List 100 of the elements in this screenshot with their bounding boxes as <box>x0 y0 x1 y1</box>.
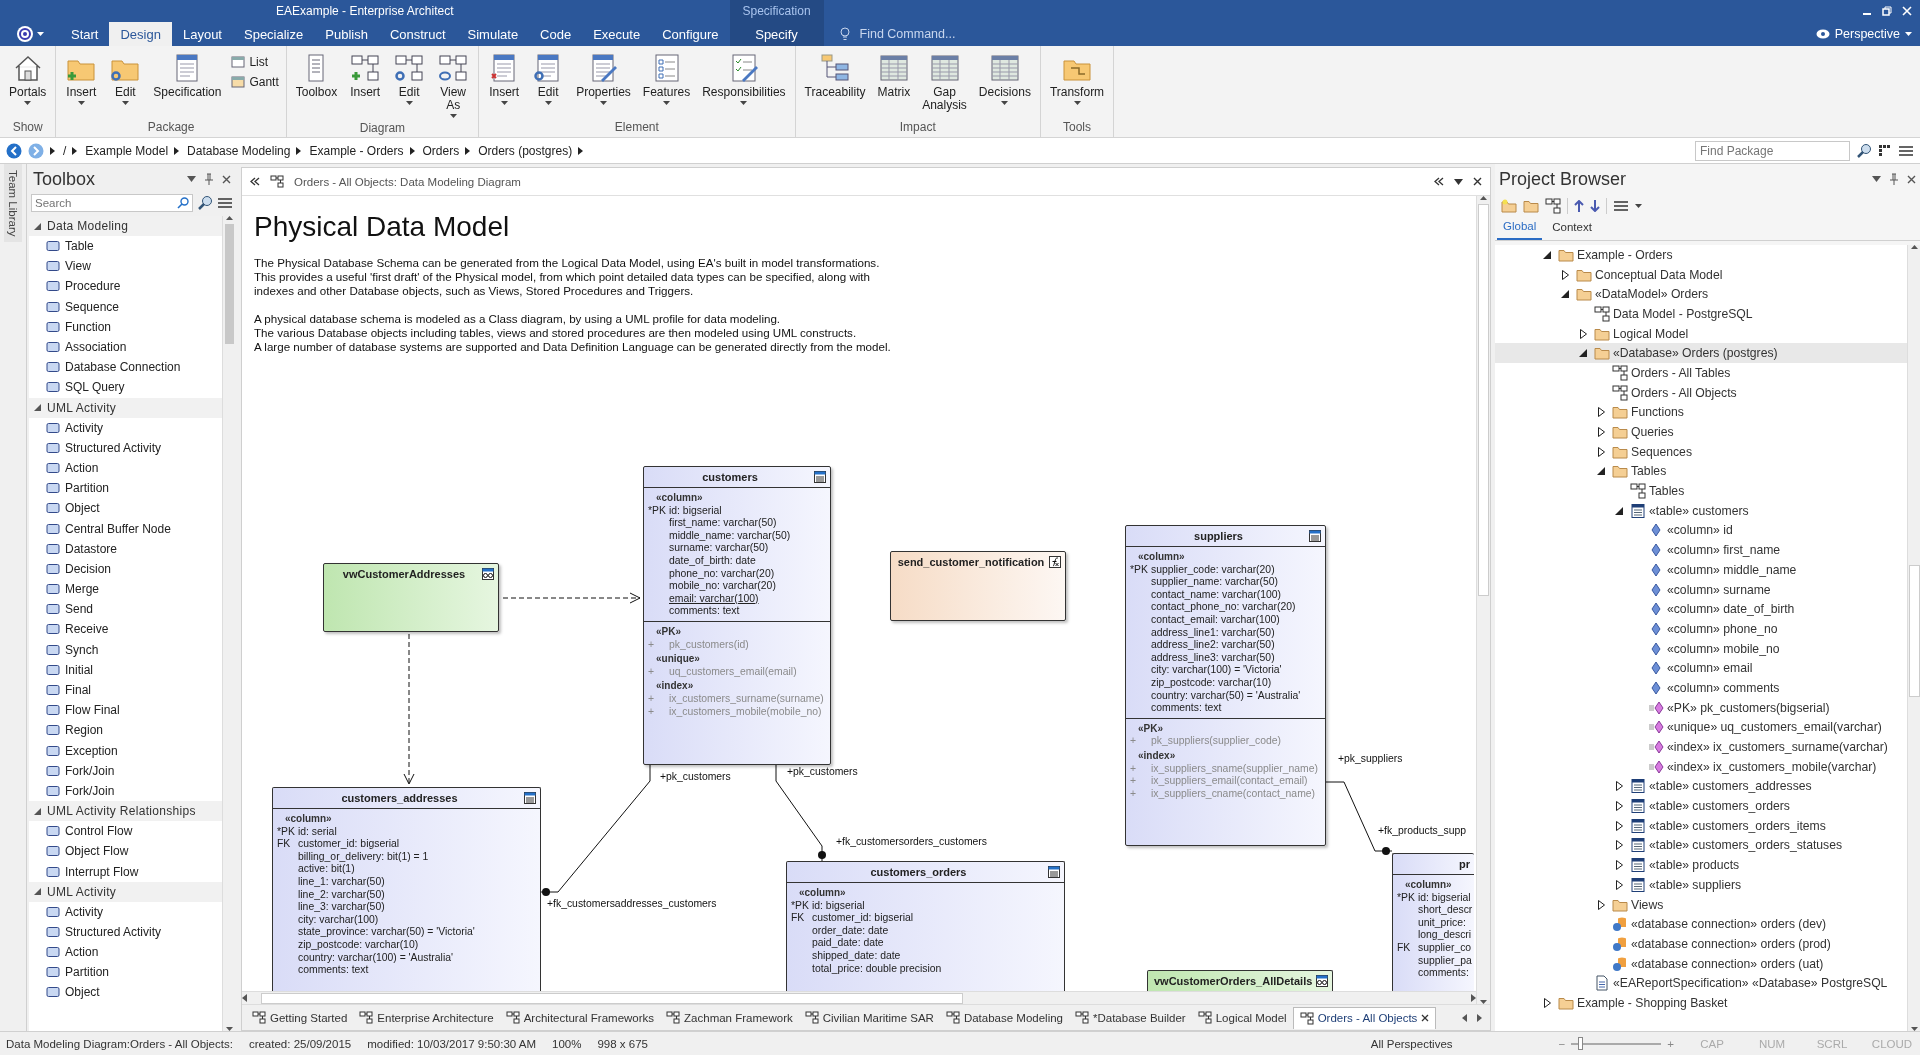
restore-icon[interactable] <box>1882 6 1892 16</box>
slider-thumb[interactable] <box>1578 1037 1584 1050</box>
breadcrumb-link[interactable]: Orders <box>422 143 460 158</box>
toolbox-item[interactable]: Object <box>29 498 222 519</box>
toolbox-item[interactable]: Sequence <box>29 296 222 317</box>
ribbon-tab[interactable]: Start <box>60 22 110 46</box>
double-chevron-icon[interactable] <box>250 177 260 186</box>
up-arrow-icon[interactable] <box>1574 200 1584 212</box>
tree-item[interactable]: Example - Orders <box>1495 245 1907 265</box>
collapsed-arrow-icon[interactable] <box>1615 840 1623 851</box>
tree-item[interactable]: «table» customers_orders_items <box>1495 815 1907 836</box>
toolbox-item[interactable]: Decision <box>29 558 222 579</box>
toolbox-item[interactable]: Central Buffer Node <box>29 518 222 539</box>
ribbon-button[interactable]: Edit <box>527 50 570 119</box>
tree-item[interactable]: «table» customers_orders_statuses <box>1495 835 1907 856</box>
tree-item[interactable]: Logical Model <box>1495 323 1907 344</box>
ribbon-button[interactable]: Gantt <box>228 74 282 90</box>
tree-item[interactable]: «column» email <box>1495 658 1907 679</box>
expanded-arrow-icon[interactable] <box>1579 349 1587 358</box>
close-icon[interactable] <box>222 174 231 184</box>
tree-item[interactable]: «PK» pk_customers(bigserial) <box>1495 697 1907 718</box>
ribbon-button[interactable]: Portals <box>4 50 52 119</box>
toolbox-item[interactable]: Send <box>29 599 222 620</box>
toolbox-item[interactable]: Initial <box>29 659 222 680</box>
tree-item[interactable]: Sequences <box>1495 441 1907 462</box>
pin-icon[interactable] <box>1889 173 1899 185</box>
find-package-field[interactable]: Find Package <box>1695 140 1850 161</box>
menu-icon[interactable] <box>217 197 233 209</box>
collapsed-arrow-icon[interactable] <box>1615 801 1623 812</box>
ribbon-button[interactable]: Toolbox <box>290 50 343 120</box>
toolbox-item[interactable]: Exception <box>29 740 222 761</box>
tree-item[interactable]: «database connection» orders (prod) <box>1495 934 1907 954</box>
toolbox-item[interactable]: SQL Query <box>29 377 222 398</box>
tree-item[interactable]: Orders - All Tables <box>1495 363 1907 383</box>
diagram-tab[interactable]: Orders - All Objects <box>1292 1006 1437 1029</box>
ribbon-button[interactable]: Gap Analysis <box>917 50 972 119</box>
toolbox-item[interactable]: Action <box>29 942 222 963</box>
ribbon-button[interactable]: Responsibilities <box>697 50 791 119</box>
toolbox-item[interactable]: Structured Activity <box>29 437 222 458</box>
ribbon-button[interactable]: Insert <box>483 50 526 119</box>
toolbox-item[interactable]: Synch <box>29 639 222 660</box>
toolbox-item[interactable]: Object Flow <box>29 841 222 862</box>
ribbon-button[interactable]: Matrix <box>872 50 916 119</box>
tree-item[interactable]: «column» id <box>1495 520 1907 541</box>
toolbox-item[interactable]: Structured Activity <box>29 921 222 942</box>
expanded-arrow-icon[interactable] <box>1615 506 1623 515</box>
scrollbar-thumb[interactable] <box>261 992 963 1004</box>
toolbox-section-header[interactable]: UML Activity <box>29 397 222 418</box>
dropdown-icon[interactable] <box>1872 176 1881 182</box>
tab-right-icon[interactable] <box>1477 1013 1482 1022</box>
ribbon-tab[interactable]: Design <box>109 22 172 46</box>
tree-item[interactable]: «column» first_name <box>1495 540 1907 560</box>
tree-item[interactable]: «column» surname <box>1495 579 1907 600</box>
ribbon-tab[interactable]: Configure <box>651 22 730 46</box>
tree-item[interactable]: «table» customers_orders <box>1495 796 1907 816</box>
tree-item[interactable]: «index» ix_customers_mobile(varchar) <box>1495 756 1907 777</box>
ribbon-button[interactable]: Decisions <box>973 50 1036 119</box>
tree-item[interactable]: Functions <box>1495 402 1907 423</box>
ribbon-button[interactable]: View As <box>432 50 475 120</box>
tree-item[interactable]: Queries <box>1495 422 1907 442</box>
toolbox-item[interactable]: Receive <box>29 619 222 640</box>
toolbox-item[interactable]: Action <box>29 457 222 479</box>
collapsed-arrow-icon[interactable] <box>1597 427 1605 438</box>
tree-item[interactable]: Data Model - PostgreSQL <box>1495 304 1907 324</box>
tree-item[interactable]: Orders - All Objects <box>1495 382 1907 403</box>
breadcrumb-link[interactable]: Example - Orders <box>309 143 404 158</box>
toolbox-item[interactable]: Interrupt Flow <box>29 861 222 882</box>
tree-item[interactable]: «table» customers <box>1495 500 1907 521</box>
tree-item[interactable]: «unique» uq_customers_email(varchar) <box>1495 717 1907 738</box>
toolbox-section-header[interactable]: UML Activity <box>29 881 222 902</box>
collapsed-arrow-icon[interactable] <box>1615 860 1623 871</box>
ribbon-button[interactable]: Properties <box>571 50 636 119</box>
find-command-field[interactable]: Find Command... <box>857 26 1022 42</box>
tree-item[interactable]: «table» customers_addresses <box>1495 776 1907 797</box>
expanded-arrow-icon[interactable] <box>1597 467 1605 476</box>
toolbox-section-header[interactable]: UML Activity Relationships <box>29 801 222 822</box>
ribbon-tab[interactable]: Construct <box>378 22 457 46</box>
browser-tab[interactable]: Global <box>1497 218 1543 240</box>
tree-item[interactable]: «EAReportSpecification» «Database» PostgreSQL <box>1495 973 1907 994</box>
tree-item[interactable]: «column» date_of_birth <box>1495 599 1907 620</box>
toolbox-item[interactable]: Merge <box>29 579 222 600</box>
close-icon[interactable] <box>1907 174 1916 184</box>
tree-item[interactable]: Example - Shopping Basket <box>1495 993 1907 1013</box>
collapsed-arrow-icon[interactable] <box>1615 879 1623 890</box>
toolbox-item[interactable]: Object <box>29 982 222 1003</box>
toolbox-item[interactable]: Database Connection <box>29 357 222 378</box>
tab-left-icon[interactable] <box>1462 1013 1467 1022</box>
ribbon-button[interactable]: List <box>228 54 282 70</box>
tree-item[interactable]: «table» products <box>1495 855 1907 875</box>
search-icon[interactable] <box>1856 142 1872 159</box>
diagram-tab[interactable]: *Database Builder <box>1069 1006 1192 1029</box>
tree-item[interactable]: Conceptual Data Model <box>1495 264 1907 285</box>
scrollbar-thumb[interactable] <box>1478 204 1489 596</box>
toolbox-item[interactable]: Partition <box>29 962 222 983</box>
toolbox-item[interactable]: Function <box>29 316 222 337</box>
toolbox-item[interactable]: Final <box>29 679 222 701</box>
diagram-tab[interactable]: Database Modeling <box>939 1006 1069 1029</box>
grid-icon[interactable] <box>1878 143 1892 158</box>
down-arrow-icon[interactable] <box>1590 200 1600 212</box>
tree-item[interactable]: «Database» Orders (postgres) <box>1495 343 1907 364</box>
